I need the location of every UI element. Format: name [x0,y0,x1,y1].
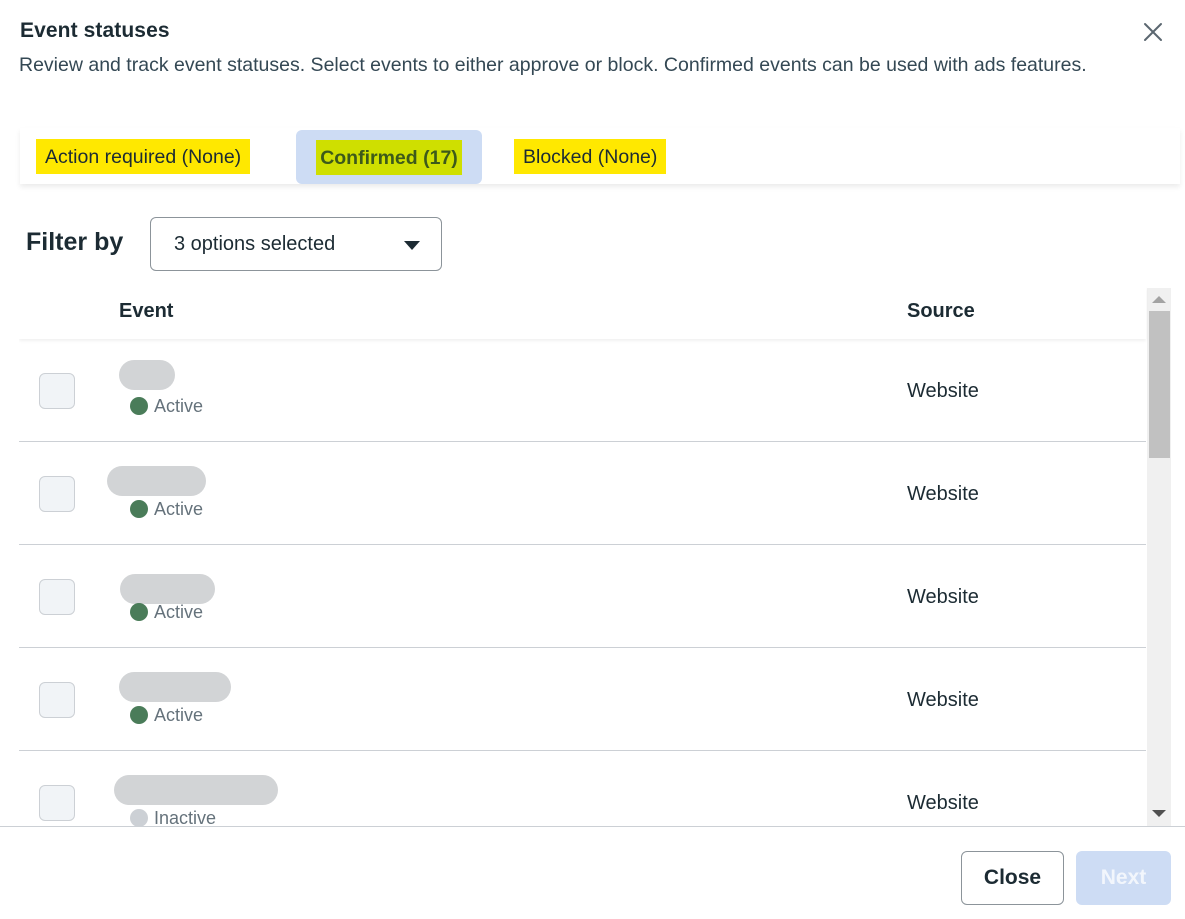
status-dot-icon [130,397,148,415]
close-dialog-button[interactable] [1141,20,1165,44]
row-checkbox[interactable] [39,579,75,615]
filter-dropdown[interactable]: 3 options selected [150,217,442,271]
event-name-redacted [114,775,278,805]
table-row[interactable]: Active Website [19,442,1146,545]
event-name-redacted [120,574,215,604]
column-header-event[interactable]: Event [119,300,173,323]
event-status: Active [154,499,204,519]
event-status: Inactive [154,808,217,826]
filter-value: 3 options selected [174,233,336,255]
tab-label: Action required (None) [36,138,251,174]
event-source: Website [907,792,979,814]
scrollbar-thumb[interactable] [1149,311,1170,458]
tab-confirmed[interactable]: Confirmed (17) [296,130,482,184]
event-status: Active [154,396,204,416]
status-dot-icon [130,603,148,621]
row-checkbox[interactable] [39,373,75,409]
event-statuses-dialog: Event statuses Review and track event st… [0,0,1185,919]
close-x-icon [1144,23,1162,41]
table-row[interactable]: Active Website [19,339,1146,442]
dialog-subtitle: Review and track event statuses. Select … [19,54,1087,76]
event-source: Website [907,689,979,711]
footer-divider [0,826,1185,827]
event-source: Website [907,586,979,608]
event-source: Website [907,380,979,402]
scroll-up-arrow-icon[interactable] [1152,296,1166,303]
row-checkbox[interactable] [39,682,75,718]
event-source: Website [907,483,979,505]
event-status: Active [154,602,204,622]
table-row[interactable]: Active Website [19,648,1146,751]
close-button[interactable]: Close [961,851,1064,905]
next-button[interactable]: Next [1076,851,1171,905]
event-status: Active [154,705,204,725]
filter-label: Filter by [26,228,124,256]
status-tabs: Action required (None) Confirmed (17) Bl… [20,128,1180,184]
table-row[interactable]: Active Website [19,545,1146,648]
event-name-redacted [119,360,175,390]
tab-blocked[interactable]: Blocked (None) [514,128,667,184]
status-dot-icon [130,809,148,826]
tab-label: Blocked (None) [514,138,667,174]
tab-label: Confirmed (17) [316,139,462,175]
table-row[interactable]: Inactive Website [19,751,1146,826]
caret-down-icon [404,241,420,250]
event-name-redacted [107,466,206,496]
tab-action-required[interactable]: Action required (None) [36,128,251,184]
table-scrollbar[interactable] [1147,288,1171,826]
scroll-down-arrow-icon[interactable] [1152,810,1166,817]
table-header: Event Source [19,287,1146,339]
status-dot-icon [130,500,148,518]
dialog-title: Event statuses [20,19,170,42]
events-table: Event Source Active Website Active Websi… [19,287,1172,826]
row-checkbox[interactable] [39,785,75,821]
status-dot-icon [130,706,148,724]
column-header-source[interactable]: Source [907,300,975,323]
row-checkbox[interactable] [39,476,75,512]
event-name-redacted [119,672,231,702]
